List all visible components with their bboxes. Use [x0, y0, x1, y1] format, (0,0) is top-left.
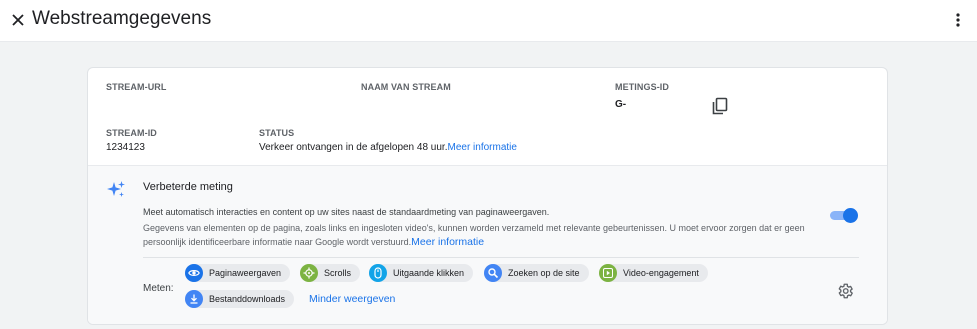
enhanced-description-main: Meet automatisch interacties en content … [143, 207, 550, 217]
chip-file-downloads[interactable]: Bestanddownloads [185, 290, 295, 308]
more-vert-icon [956, 13, 960, 27]
search-icon [484, 264, 502, 282]
download-icon [185, 290, 203, 308]
chip-scrolls[interactable]: Scrolls [300, 264, 361, 282]
status-text: Verkeer ontvangen in de afgelopen 48 uur… [259, 142, 448, 153]
chip-label: Paginaweergaven [209, 268, 282, 278]
chip-label: Bestanddownloads [209, 294, 286, 304]
status-label: STATUS [259, 128, 295, 138]
chip-label: Scrolls [324, 268, 352, 278]
close-icon [12, 14, 24, 26]
settings-button[interactable] [836, 282, 854, 300]
top-bar: Webstreamgegevens [0, 0, 977, 42]
chip-video-engagement[interactable]: Video-engagement [599, 264, 708, 282]
enhanced-description-detail: Gegevens van elementen op de pagina, zoa… [143, 221, 823, 249]
status-more-info-link[interactable]: Meer informatie [447, 142, 516, 153]
play-icon [599, 264, 617, 282]
chip-pageviews[interactable]: Paginaweergaven [185, 264, 291, 282]
mouse-icon [369, 264, 387, 282]
enhanced-measurement-toggle[interactable] [830, 208, 858, 223]
copy-button[interactable] [711, 97, 729, 115]
gear-icon [838, 283, 853, 299]
measurement-id-value: G- [615, 99, 627, 110]
chip-label: Zoeken op de site [508, 268, 580, 278]
enhanced-more-info-link[interactable]: Meer informatie [411, 236, 484, 248]
measure-label: Meten: [143, 283, 174, 294]
eye-icon [185, 264, 203, 282]
chip-site-search[interactable]: Zoeken op de site [484, 264, 589, 282]
enhanced-measurement-title: Verbeterde meting [143, 181, 233, 193]
close-button[interactable] [8, 10, 28, 30]
chip-label: Uitgaande klikken [393, 268, 465, 278]
chip-outbound-clicks[interactable]: Uitgaande klikken [369, 264, 474, 282]
stream-id-label: STREAM-ID [106, 128, 157, 138]
sparkle-icon [107, 181, 125, 197]
enhanced-measurement-section: Verbeterde meting Meet automatisch inter… [88, 165, 887, 324]
status-value: Verkeer ontvangen in de afgelopen 48 uur… [259, 142, 517, 153]
divider [143, 257, 859, 258]
stream-name-label: NAAM VAN STREAM [361, 82, 451, 92]
stream-id-value: 1234123 [106, 142, 145, 153]
copy-icon [712, 97, 728, 115]
toggle-knob [843, 208, 858, 223]
show-less-link[interactable]: Minder weergeven [309, 293, 395, 305]
more-options-button[interactable] [950, 10, 966, 30]
stream-url-label: STREAM-URL [106, 82, 167, 92]
stream-details-card: STREAM-URL NAAM VAN STREAM METINGS-ID G-… [87, 67, 888, 325]
measurement-id-label: METINGS-ID [615, 82, 669, 92]
chip-label: Video-engagement [623, 268, 699, 278]
page-title: Webstreamgegevens [32, 8, 212, 29]
scroll-target-icon [300, 264, 318, 282]
